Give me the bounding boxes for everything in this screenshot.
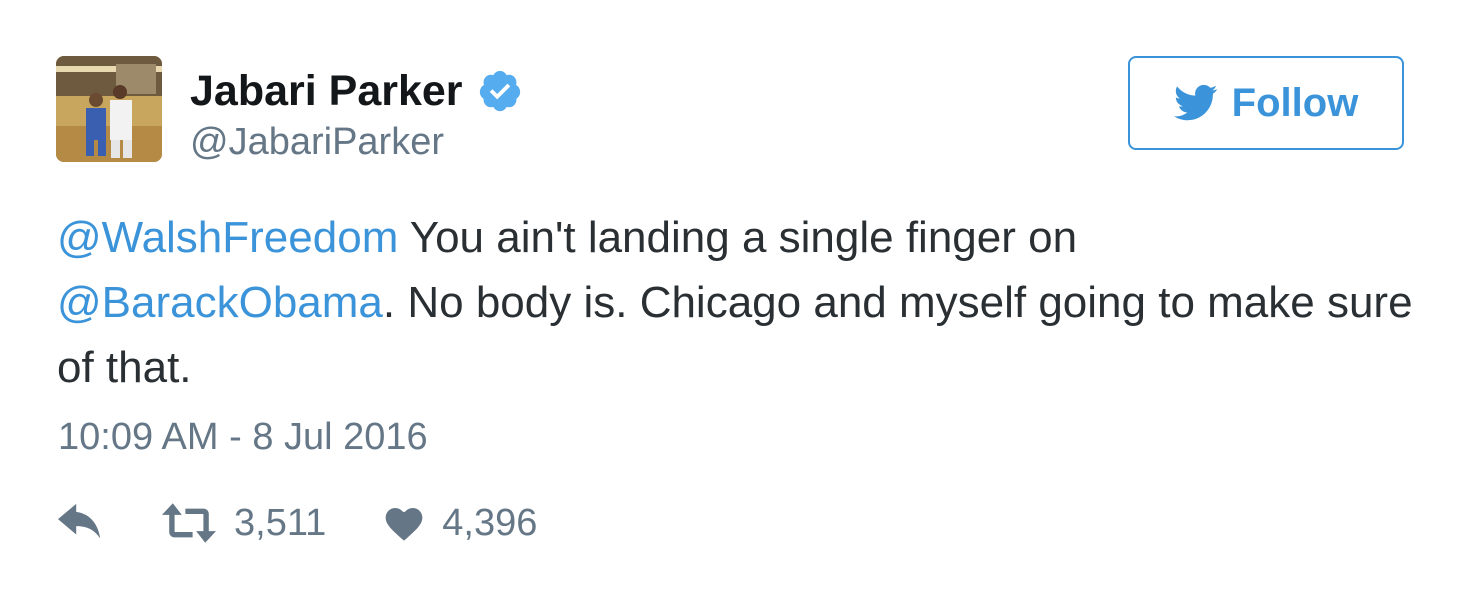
like-button[interactable]: 4,396 [384, 498, 537, 548]
tweet-text-segment: You ain't landing a single finger on [398, 213, 1078, 262]
verified-badge-icon [477, 68, 523, 114]
tweet-text: @WalshFreedom You ain't landing a single… [57, 205, 1427, 400]
display-name[interactable]: Jabari Parker [190, 64, 463, 118]
user-handle[interactable]: @JabariParker [190, 118, 444, 166]
follow-button[interactable]: Follow [1128, 56, 1404, 150]
user-name-row: Jabari Parker [190, 64, 523, 118]
avatar[interactable] [56, 56, 162, 162]
retweet-icon [162, 503, 216, 543]
mention-link[interactable]: @WalshFreedom [57, 213, 398, 262]
follow-button-label: Follow [1231, 81, 1359, 125]
tweet-timestamp[interactable]: 10:09 AM - 8 Jul 2016 [58, 412, 428, 462]
heart-icon [385, 508, 423, 541]
retweet-count: 3,511 [234, 502, 327, 544]
tweet-card: Jabari Parker @JabariParker Follow @Wals… [0, 0, 1460, 589]
reply-button[interactable] [58, 503, 104, 543]
retweet-button[interactable]: 3,511 [162, 498, 326, 548]
twitter-bird-icon [1173, 84, 1217, 121]
mention-link[interactable]: @BarackObama [57, 278, 383, 327]
like-count: 4,396 [442, 502, 538, 544]
reply-icon [58, 503, 101, 539]
avatar-photo-icon [56, 56, 162, 162]
tweet-actions: 3,511 4,396 [58, 495, 537, 551]
